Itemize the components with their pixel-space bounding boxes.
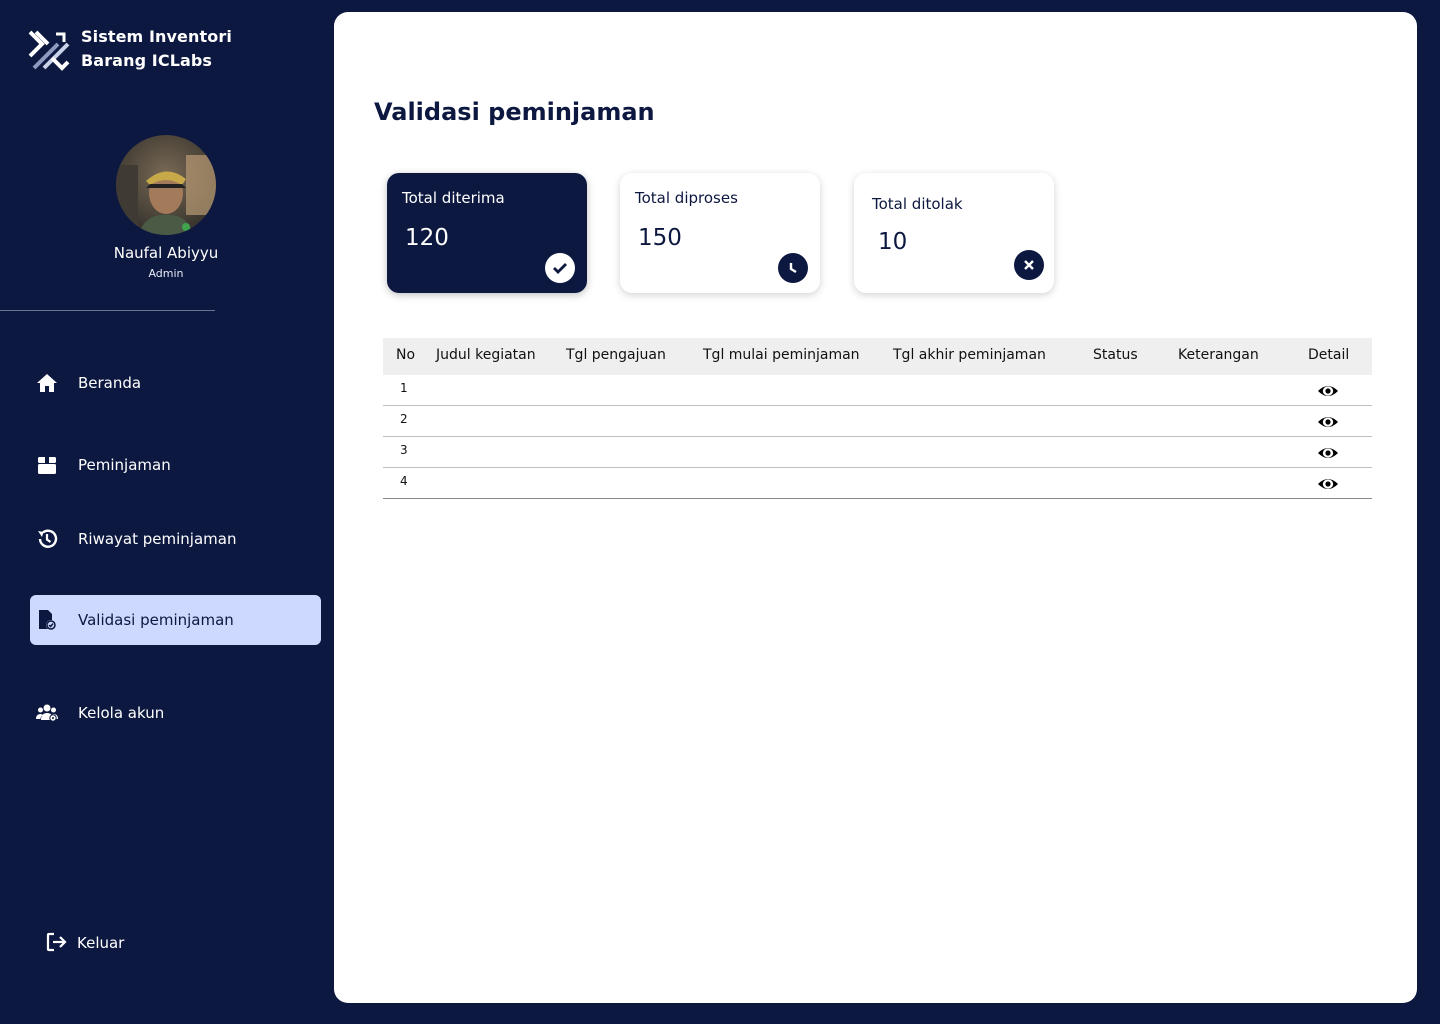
col-header-no: No [396, 347, 416, 363]
sidebar-item-kelola-akun[interactable]: Kelola akun [30, 688, 321, 738]
table-row: 1 [383, 375, 1372, 406]
col-header-tgl-pengajuan: Tgl pengajuan [566, 347, 666, 363]
user-role: Admin [148, 267, 184, 280]
logout-label: Keluar [77, 934, 125, 952]
app-logo-icon [28, 30, 70, 71]
logout-button[interactable]: Keluar [46, 930, 124, 956]
sidebar-item-validasi[interactable]: Validasi peminjaman [30, 595, 321, 645]
stat-label: Total ditolak [872, 195, 963, 213]
brand[interactable]: Sistem Inventori Barang ICLabs [28, 27, 232, 73]
stat-value: 150 [638, 225, 682, 251]
sidebar-item-label: Riwayat peminjaman [78, 530, 237, 548]
check-icon [545, 253, 575, 283]
x-icon [1014, 250, 1044, 280]
eye-icon[interactable] [1317, 445, 1339, 461]
sidebar-divider [0, 310, 215, 311]
sidebar-item-label: Beranda [78, 374, 142, 392]
table-row: 4 [383, 468, 1372, 499]
user-name: Naufal Abiyyu [113, 244, 219, 262]
sidebar-item-label: Kelola akun [78, 704, 165, 722]
box-icon [36, 454, 58, 476]
stat-card-ditolak[interactable]: Total ditolak 10 [854, 173, 1054, 293]
clock-icon [778, 253, 808, 283]
sidebar: Sistem Inventori Barang ICLabs Naufal Ab… [0, 0, 334, 1024]
col-header-judul: Judul kegiatan [436, 347, 536, 363]
stat-card-diterima[interactable]: Total diterima 120 [387, 173, 587, 293]
stat-label: Total diterima [402, 189, 505, 207]
sidebar-item-label: Peminjaman [78, 456, 171, 474]
page-title: Validasi peminjaman [374, 98, 655, 126]
row-number: 2 [400, 412, 408, 426]
col-header-keterangan: Keterangan [1178, 347, 1259, 363]
eye-icon[interactable] [1317, 383, 1339, 399]
avatar[interactable] [116, 135, 216, 235]
col-header-tgl-akhir: Tgl akhir peminjaman [893, 347, 1046, 363]
stat-value: 10 [878, 229, 908, 255]
user-photo [116, 135, 216, 235]
col-header-detail: Detail [1308, 347, 1350, 363]
col-header-status: Status [1093, 347, 1138, 363]
row-number: 4 [400, 474, 408, 488]
stat-value: 120 [405, 225, 449, 251]
validation-table: No Judul kegiatan Tgl pengajuan Tgl mula… [383, 338, 1372, 499]
table-row: 3 [383, 437, 1372, 468]
users-icon [36, 702, 58, 724]
home-icon [36, 372, 58, 394]
stat-card-diproses[interactable]: Total diproses 150 [620, 173, 820, 293]
table-header: No Judul kegiatan Tgl pengajuan Tgl mula… [383, 338, 1372, 375]
row-number: 3 [400, 443, 408, 457]
sidebar-item-beranda[interactable]: Beranda [30, 358, 321, 408]
file-check-icon [36, 609, 58, 631]
stat-label: Total diproses [635, 189, 738, 207]
sidebar-item-label: Validasi peminjaman [78, 611, 234, 629]
main-panel: Validasi peminjaman Total diterima 120 T… [334, 12, 1417, 1003]
app-title: Sistem Inventori Barang ICLabs [81, 27, 232, 70]
sidebar-item-peminjaman[interactable]: Peminjaman [30, 440, 321, 490]
row-number: 1 [400, 381, 408, 395]
history-icon [36, 528, 58, 550]
col-header-tgl-mulai: Tgl mulai peminjaman [703, 347, 860, 363]
logout-icon [46, 932, 68, 954]
sidebar-item-riwayat[interactable]: Riwayat peminjaman [30, 514, 321, 564]
table-row: 2 [383, 406, 1372, 437]
eye-icon[interactable] [1317, 476, 1339, 492]
eye-icon[interactable] [1317, 414, 1339, 430]
